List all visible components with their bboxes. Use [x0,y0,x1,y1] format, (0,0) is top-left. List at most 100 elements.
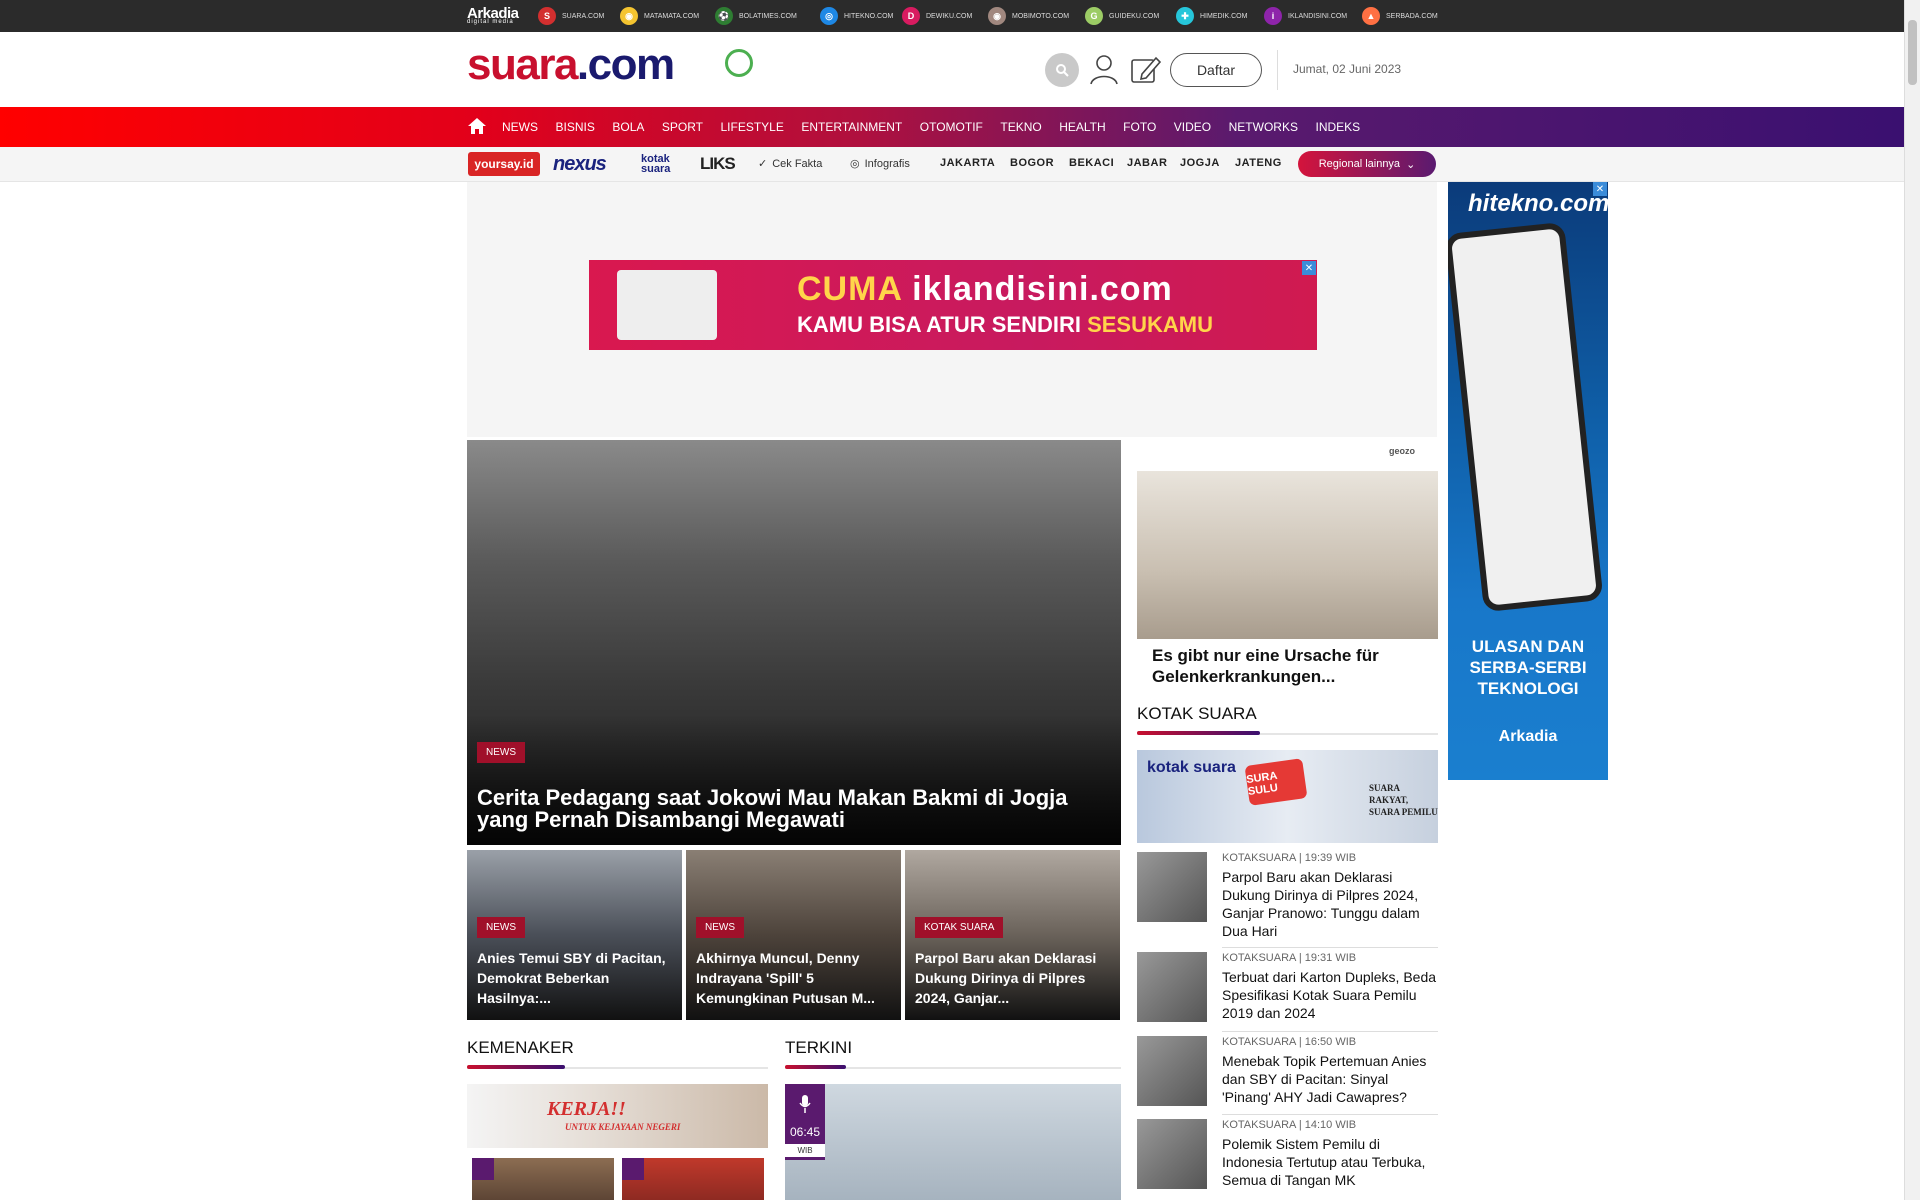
infografis-link[interactable]: ◎ Infografis [850,157,910,171]
nav-item-foto[interactable]: FOTO [1123,120,1156,134]
ad-close-button[interactable]: ✕ [1302,261,1316,275]
card-title[interactable]: Akhirnya Muncul, Denny Indrayana 'Spill'… [696,948,896,1008]
network-site-link[interactable]: ✚ HIMEDIK.COM [1176,6,1247,26]
nav-list: NEWS BISNIS BOLA SPORT LIFESTYLE ENTERTAINMEN… [502,107,1378,147]
kotak-suara-item[interactable]: KOTAKSUARA | 14:10 WIB Polemik Sistem Pem… [1137,1119,1438,1199]
site-header [0,32,1904,107]
nav-item-bisnis[interactable]: BISNIS [556,120,595,134]
headline-hero[interactable]: NEWS Cerita Pedagang saat Jokowi Mau Mak… [467,440,1121,845]
news-thumbnail[interactable] [1137,952,1207,1022]
city-link-jateng[interactable]: JATENG [1235,157,1282,169]
category-badge[interactable]: KOTAK SUARA [915,917,1004,938]
category-badge[interactable]: NEWS [477,917,525,938]
card-title[interactable]: Anies Temui SBY di Pacitan, Demokrat Beb… [477,948,677,1008]
news-card[interactable]: KOTAK SUARA Parpol Baru akan Deklarasi Du… [905,850,1120,1020]
kotak-suara-item[interactable]: KOTAKSUARA | 19:39 WIB Parpol Baru akan D… [1137,852,1438,939]
kemenaker-banner[interactable]: KERJA!! UNTUK KEJAYAAN NEGERI [467,1084,768,1148]
kemenaker-thumb[interactable] [472,1158,614,1200]
nav-item-video[interactable]: VIDEO [1174,120,1211,134]
category-badge[interactable]: NEWS [696,917,744,938]
search-button[interactable] [1045,53,1079,87]
iklandisini-ad[interactable]: CUMA iklandisini.com KAMU BISA ATUR SEND… [589,260,1317,350]
scrollbar-thumb[interactable] [1908,20,1917,85]
microphone-icon [799,1095,811,1113]
site-logo-icon: ◉ [988,7,1006,25]
card-title[interactable]: Parpol Baru akan Deklarasi Dukung Diriny… [915,948,1115,1008]
section-accent [785,1065,846,1069]
promo-title[interactable]: Es gibt nur eine Ursache für Gelenkerkra… [1152,645,1432,687]
home-nav-link[interactable] [467,117,487,135]
kotak-suara-item[interactable]: KOTAKSUARA | 19:31 WIB Terbuat dari Karto… [1137,952,1438,1032]
kotak-suara-banner[interactable]: kotak suara SURA SULU SUARA RAKYAT, SUAR… [1137,750,1438,843]
kotak-suara-item[interactable]: KOTAKSUARA | 16:50 WIB Menebak Topik Pert… [1137,1036,1438,1116]
nav-item-health[interactable]: HEALTH [1059,120,1105,134]
news-headline[interactable]: Menebak Topik Pertemuan Anies dan SBY di… [1222,1052,1438,1106]
hero-title[interactable]: Cerita Pedagang saat Jokowi Mau Makan Ba… [477,787,1107,831]
news-thumbnail[interactable] [1137,852,1207,922]
city-link-bogor[interactable]: BOGOR [1010,157,1054,169]
hitekno-sky-ad[interactable]: hitekno.com ULASAN DAN SERBA-SERBI TEKNO… [1448,182,1608,780]
user-login-button[interactable] [1087,52,1121,86]
kotak-suara-title[interactable]: KOTAK SUARA [1137,704,1257,724]
site-logo-icon: S [538,7,556,25]
yoursay-link[interactable]: yoursay.id [468,152,540,176]
network-site-link[interactable]: i IKLANDISINI.COM [1264,6,1347,26]
network-site-label: MOBIMOTO.COM [1012,12,1070,20]
liks-link[interactable]: LIKS [700,152,745,176]
user-icon [1090,55,1118,85]
kemenaker-thumb[interactable] [622,1158,764,1200]
network-site-link[interactable]: ◎ HITEKNO.COM [820,6,893,26]
nav-item-otomotif[interactable]: OTOMOTIF [920,120,983,134]
nav-item-news[interactable]: NEWS [502,120,538,134]
kotak-suara-link[interactable]: kotak suara [641,152,689,176]
terkini-title[interactable]: TERKINI [785,1038,852,1058]
network-site-link[interactable]: ◉ MOBIMOTO.COM [988,6,1069,26]
news-headline[interactable]: Polemik Sistem Pemilu di Indonesia Tertu… [1222,1135,1438,1189]
nav-item-networks[interactable]: NETWORKS [1229,120,1298,134]
nav-item-tekno[interactable]: TEKNO [1000,120,1041,134]
news-card[interactable]: NEWS Akhirnya Muncul, Denny Indrayana 'Sp… [686,850,901,1020]
city-link-bekaci[interactable]: BEKACI [1069,157,1114,169]
network-site-link[interactable]: ◉ MATAMATA.COM [620,6,699,26]
network-site-link[interactable]: D DEWIKU.COM [902,6,972,26]
city-link-jabar[interactable]: JABAR [1127,157,1167,169]
scrollbar[interactable] [1904,0,1920,1200]
register-button[interactable]: Daftar [1170,53,1262,87]
cek-fakta-link[interactable]: ✓ Cek Fakta [758,157,822,171]
sky-ad-text: ULASAN DAN SERBA-SERBI TEKNOLOGI [1469,637,1587,698]
news-meta: KOTAKSUARA | 14:10 WIB [1222,1119,1357,1131]
promo-image[interactable] [1137,471,1438,639]
news-card[interactable]: NEWS Anies Temui SBY di Pacitan, Demokrat… [467,850,682,1020]
nav-item-lifestyle[interactable]: LIFESTYLE [721,120,784,134]
suara-logo[interactable]: suara.com [467,40,675,90]
network-site-link[interactable]: ▲ SERBADA.COM [1362,6,1438,26]
news-thumbnail[interactable] [1137,1119,1207,1189]
city-link-jakarta[interactable]: JAKARTA [940,157,995,169]
news-headline[interactable]: Terbuat dari Karton Dupleks, Beda Spesif… [1222,968,1438,1022]
city-link-jogja[interactable]: JOGJA [1180,157,1220,169]
target-icon: ◎ [850,158,860,170]
terkini-image[interactable] [785,1084,1121,1200]
arkadia-logo[interactable]: Arkadia digital media [467,5,519,25]
category-badge[interactable]: NEWS [477,742,525,763]
kemenaker-title[interactable]: KEMENAKER [467,1038,574,1058]
nexus-link[interactable]: nexus [553,152,628,176]
news-headline[interactable]: Parpol Baru akan Deklarasi Dukung Diriny… [1222,868,1438,940]
news-thumbnail[interactable] [1137,1036,1207,1106]
infografis-label: Infografis [864,157,910,170]
news-meta: KOTAKSUARA | 19:39 WIB [1222,852,1357,864]
sky-ad-close-button[interactable]: ✕ [1593,182,1607,196]
network-site-label: DEWIKU.COM [926,12,973,20]
site-logo-icon: G [1085,7,1103,25]
network-site-link[interactable]: S SUARA.COM [538,6,604,26]
network-site-link[interactable]: G GUIDEKU.COM [1085,6,1159,26]
nav-item-entertainment[interactable]: ENTERTAINMENT [801,120,902,134]
nav-item-indeks[interactable]: INDEKS [1315,120,1360,134]
nav-item-bola[interactable]: BOLA [612,120,644,134]
regional-dropdown[interactable]: Regional lainnya ⌄ [1298,151,1436,177]
write-button[interactable] [1128,52,1162,86]
news-meta: KOTAKSUARA | 16:50 WIB [1222,1036,1357,1048]
site-logo-icon: ⚽ [715,7,733,25]
nav-item-sport[interactable]: SPORT [662,120,703,134]
network-site-link[interactable]: ⚽ BOLATIMES.COM [715,6,797,26]
